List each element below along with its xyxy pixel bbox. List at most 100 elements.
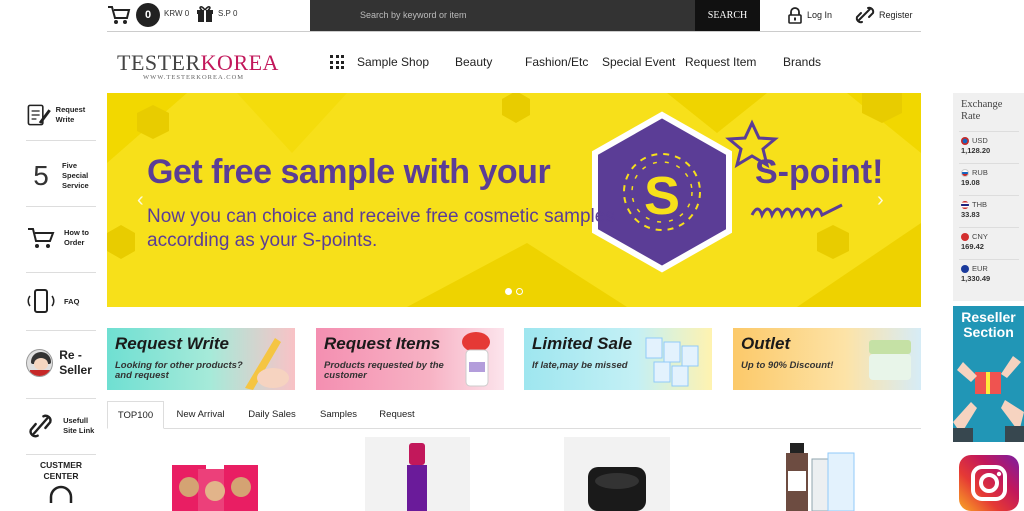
rate-code: CNY [972, 232, 988, 241]
tab-top100[interactable]: TOP100 [107, 401, 164, 429]
divider [26, 454, 96, 455]
promo-title: Request Items [324, 334, 441, 353]
instagram-glyph [971, 465, 1007, 501]
nav-item-request-item[interactable]: Request Item [685, 54, 756, 70]
carousel-dot-1[interactable] [505, 288, 512, 295]
eu-flag-icon [961, 264, 969, 273]
banner-headline: Get free sample with your [147, 153, 551, 191]
lock-icon [788, 6, 802, 24]
promo-title: Request Write [115, 334, 229, 353]
s-point-balance: S.P 0 [218, 9, 238, 18]
sidebar-item-reseller[interactable]: Re - Seller [26, 348, 96, 378]
divider [107, 31, 921, 32]
sidebar-item-useful-link[interactable]: Usefull Site Link [26, 412, 96, 440]
usa-flag-icon [961, 136, 969, 145]
logo-text-korea: KOREA [200, 50, 279, 75]
promo-subtitle: Looking for other products? and request [115, 360, 243, 382]
divider [26, 398, 96, 399]
sidebar-item-faq[interactable]: FAQ [26, 288, 96, 316]
divider [26, 206, 96, 207]
product-card[interactable] [365, 437, 470, 511]
hero-banner[interactable]: S Get free sample with your S-point! Now… [107, 93, 921, 307]
login-label: Log In [807, 10, 833, 20]
request-write-label: Request Write [55, 105, 86, 124]
rate-code: RUB [972, 168, 988, 177]
divider [959, 131, 1019, 132]
product-image [407, 443, 427, 511]
carousel-next-arrow[interactable]: › [877, 189, 884, 212]
rate-rub: RUB 19.08 [961, 168, 1021, 187]
cart-count-badge[interactable]: 0 [136, 3, 160, 27]
reseller-section-banner[interactable]: Reseller Section [953, 306, 1024, 442]
sidebar-item-customer-center[interactable]: CUSTMER CENTER [26, 460, 96, 505]
useful-link-label: Usefull Site Link [63, 416, 95, 435]
search-bar [310, 0, 695, 31]
cart-icon[interactable] [107, 4, 131, 26]
nav-item-special-event[interactable]: Special Event [602, 54, 675, 70]
tab-samples[interactable]: Samples [311, 401, 366, 429]
tab-request[interactable]: Request [371, 401, 423, 429]
tab-daily-sales[interactable]: Daily Sales [240, 401, 304, 429]
product-card[interactable] [762, 437, 868, 511]
how-to-order-label: How to Order [64, 228, 89, 247]
banner-headline-right: S-point! [755, 153, 884, 191]
divider [959, 259, 1019, 260]
product-card[interactable] [564, 437, 670, 511]
carousel-prev-arrow[interactable]: ‹ [137, 189, 144, 212]
promo-title: Limited Sale [532, 334, 633, 353]
rate-value: 1,330.49 [961, 274, 991, 283]
product-image [588, 467, 646, 511]
phone-icon [27, 289, 55, 313]
promo-subtitle: Up to 90% Discount! [741, 360, 834, 371]
russia-flag-icon [961, 168, 969, 177]
rate-code: THB [972, 200, 987, 209]
promo-request-items[interactable]: Request Items Products requested by the … [316, 328, 504, 390]
banner-subtext: Now you can choice and receive free cosm… [147, 206, 615, 252]
clipboard-pen-icon [27, 104, 51, 126]
product-card[interactable] [158, 437, 268, 511]
grid-menu-icon[interactable] [330, 55, 344, 69]
instagram-icon[interactable] [959, 455, 1019, 511]
reseller-section-title: Reseller Section [961, 309, 1016, 340]
sidebar-item-request-write[interactable]: Request Write [26, 100, 96, 130]
promo-subtitle: Products requested by the customer [324, 360, 444, 382]
rate-code: USD [972, 136, 988, 145]
hand-pen-icon [245, 338, 289, 390]
five-special-label: Five Special Service [62, 161, 89, 190]
exchange-rate-panel: Exchange Rate USD 1,128.20 RUB 19.08 THB… [953, 93, 1024, 301]
login-link[interactable]: Log In [788, 5, 832, 25]
promo-request-write[interactable]: Request Write Looking for other products… [107, 328, 295, 390]
divider [26, 272, 96, 273]
nav-item-brands[interactable]: Brands [783, 54, 821, 70]
nav-item-beauty[interactable]: Beauty [455, 54, 492, 70]
sidebar-item-how-to-order[interactable]: How to Order [26, 224, 96, 252]
product-image [172, 465, 258, 511]
krw-balance: KRW 0 [164, 9, 190, 18]
carousel-dots [505, 288, 523, 295]
tab-new-arrival[interactable]: New Arrival [167, 401, 234, 429]
promo-outlet[interactable]: Outlet Up to 90% Discount! [733, 328, 921, 390]
main-nav [330, 54, 358, 70]
thailand-flag-icon [961, 200, 969, 209]
cart-icon [28, 228, 55, 248]
s-point-badge-letter: S [643, 166, 681, 226]
register-link[interactable]: Register [855, 5, 913, 25]
rate-value: 1,128.20 [961, 146, 991, 155]
reseller-illustration [953, 356, 1024, 442]
promo-limited-sale[interactable]: Limited Sale If late,may be missed [524, 328, 712, 390]
rate-value: 33.83 [961, 210, 980, 219]
cream-jar-icon [869, 340, 911, 380]
sidebar-item-five-special[interactable]: 5 Five Special Service [26, 160, 96, 192]
rate-code: EUR [972, 264, 988, 273]
reseller-label: Re - Seller [59, 348, 92, 377]
site-logo[interactable]: TESTERKOREA WWW.TESTERKOREA.COM [117, 50, 279, 81]
nav-item-fashion[interactable]: Fashion/Etc [525, 54, 588, 70]
reseller-avatar [26, 349, 54, 377]
customer-center-label: CUSTMER CENTER [39, 460, 83, 482]
chain-link-icon [29, 414, 52, 438]
carousel-dot-2[interactable] [516, 288, 523, 295]
promo-title: Outlet [741, 334, 791, 353]
search-input[interactable] [360, 6, 680, 24]
nav-item-sample-shop[interactable]: Sample Shop [357, 54, 429, 70]
search-button[interactable]: SEARCH [695, 0, 760, 31]
